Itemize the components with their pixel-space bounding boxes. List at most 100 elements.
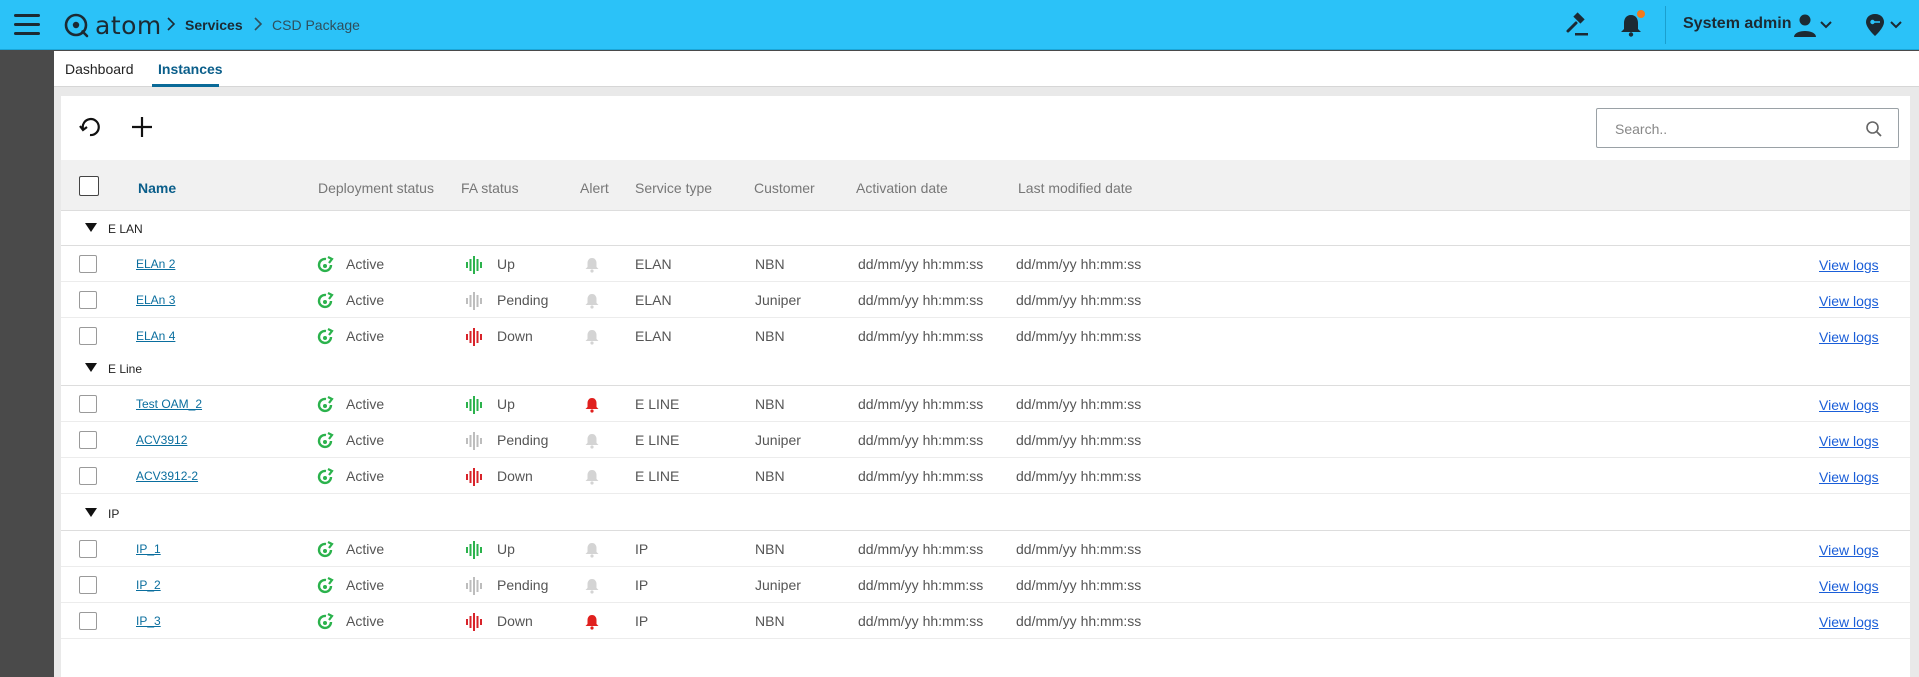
view-logs-link[interactable]: View logs	[1819, 469, 1879, 485]
instance-name-link[interactable]: IP_2	[136, 578, 161, 592]
row-checkbox[interactable]	[79, 431, 97, 449]
group-header[interactable]: E LAN	[61, 211, 1910, 246]
group-header[interactable]: E Line	[61, 351, 1910, 386]
table-row[interactable]: IP_1 Active Up IP NBN dd/mm/yy hh:mm:ss dd/mm/…	[61, 531, 1910, 567]
divider	[1665, 6, 1666, 44]
alert-bell-icon[interactable]	[584, 293, 600, 309]
instance-name-link[interactable]: IP_3	[136, 614, 161, 628]
view-logs-link[interactable]: View logs	[1819, 542, 1879, 558]
instance-name-link[interactable]: ELAn 4	[136, 329, 175, 343]
row-checkbox[interactable]	[79, 540, 97, 558]
active-status-icon	[317, 468, 334, 485]
view-logs-link[interactable]: View logs	[1819, 614, 1879, 630]
chevron-right-icon	[167, 17, 176, 31]
top-bar: atom Services CSD Package System admin	[0, 0, 1919, 50]
active-status-icon	[317, 396, 334, 413]
table-row[interactable]: ELAn 2 Active Up ELAN NBN dd/mm/yy hh:mm:ss dd…	[61, 246, 1910, 282]
tab-dashboard[interactable]: Dashboard	[65, 61, 134, 77]
menu-icon[interactable]	[14, 14, 40, 36]
hammer-icon[interactable]	[1565, 12, 1591, 38]
row-checkbox[interactable]	[79, 395, 97, 413]
row-checkbox[interactable]	[79, 467, 97, 485]
customer: Juniper	[755, 432, 801, 448]
collapse-triangle-icon[interactable]	[85, 223, 97, 232]
deployment-status: Active	[346, 292, 385, 308]
chevron-right-icon	[254, 17, 263, 31]
chevron-down-icon[interactable]	[1818, 12, 1834, 38]
table-row[interactable]: IP_2 Active Pending IP Juniper dd/mm/yy hh:mm…	[61, 567, 1910, 603]
last-modified-date: dd/mm/yy hh:mm:ss	[1016, 396, 1142, 412]
fa-status-icon	[466, 292, 482, 310]
instance-name-link[interactable]: ELAn 3	[136, 293, 175, 307]
table-row[interactable]: Test OAM_2 Active Up E LINE NBN dd/mm/yy hh:m…	[61, 386, 1910, 422]
refresh-icon[interactable]	[77, 114, 103, 140]
collapse-triangle-icon[interactable]	[85, 363, 97, 372]
row-checkbox[interactable]	[79, 291, 97, 309]
atom-logo[interactable]: atom	[63, 11, 162, 40]
row-checkbox[interactable]	[79, 255, 97, 273]
breadcrumb-services[interactable]: Services	[185, 17, 243, 33]
column-service-type[interactable]: Service type	[635, 180, 712, 196]
active-status-icon	[317, 328, 334, 345]
table-row[interactable]: ACV3912 Active Pending E LINE Juniper dd/mm/y…	[61, 422, 1910, 458]
fa-status-icon	[466, 541, 482, 559]
search-input[interactable]	[1615, 119, 1855, 139]
service-type: IP	[635, 577, 649, 593]
collapse-triangle-icon[interactable]	[85, 508, 97, 517]
column-last-modified-date[interactable]: Last modified date	[1018, 180, 1132, 196]
fa-status: Down	[497, 328, 533, 344]
instance-name-link[interactable]: Test OAM_2	[136, 397, 202, 411]
select-all-checkbox[interactable]	[79, 176, 99, 196]
chevron-down-icon[interactable]	[1888, 12, 1904, 38]
view-logs-link[interactable]: View logs	[1819, 293, 1879, 309]
user-name[interactable]: System admin	[1683, 15, 1791, 33]
view-logs-link[interactable]: View logs	[1819, 578, 1879, 594]
activation-date: dd/mm/yy hh:mm:ss	[858, 432, 984, 448]
column-fa-status[interactable]: FA status	[461, 180, 519, 196]
alert-bell-icon[interactable]	[584, 578, 600, 594]
instance-name-link[interactable]: ACV3912	[136, 433, 187, 447]
tab-instances[interactable]: Instances	[154, 61, 227, 77]
search-icon[interactable]	[1865, 120, 1883, 138]
last-modified-date: dd/mm/yy hh:mm:ss	[1016, 541, 1142, 557]
column-alert[interactable]: Alert	[580, 180, 609, 196]
alert-bell-icon[interactable]	[584, 469, 600, 485]
alert-bell-icon[interactable]	[584, 433, 600, 449]
table-row[interactable]: ACV3912-2 Active Down E LINE NBN dd/mm/yy hh:…	[61, 458, 1910, 494]
row-checkbox[interactable]	[79, 576, 97, 594]
table-row[interactable]: ELAn 3 Active Pending ELAN Juniper dd/mm/yy h…	[61, 282, 1910, 318]
group-header[interactable]: IP	[61, 496, 1910, 531]
alert-bell-icon[interactable]	[584, 397, 600, 413]
table-row[interactable]: ELAn 4 Active Down ELAN NBN dd/mm/yy hh:mm:ss…	[61, 318, 1910, 354]
alert-bell-icon[interactable]	[584, 542, 600, 558]
column-customer[interactable]: Customer	[754, 180, 815, 196]
row-checkbox[interactable]	[79, 327, 97, 345]
view-logs-link[interactable]: View logs	[1819, 397, 1879, 413]
alert-bell-icon[interactable]	[584, 614, 600, 630]
add-icon[interactable]	[129, 114, 155, 140]
column-deployment-status[interactable]: Deployment status	[318, 180, 434, 196]
fa-status: Up	[497, 256, 515, 272]
row-checkbox[interactable]	[79, 612, 97, 630]
fa-status-icon	[466, 577, 482, 595]
deployment-status: Active	[346, 328, 385, 344]
column-name[interactable]: Name	[138, 180, 176, 196]
view-logs-link[interactable]: View logs	[1819, 433, 1879, 449]
service-type: IP	[635, 541, 649, 557]
instance-name-link[interactable]: ACV3912-2	[136, 469, 198, 483]
alert-bell-icon[interactable]	[584, 329, 600, 345]
table-row[interactable]: IP_3 Active Down IP NBN dd/mm/yy hh:mm:ss dd/m…	[61, 603, 1910, 639]
view-logs-link[interactable]: View logs	[1819, 257, 1879, 273]
instance-name-link[interactable]: ELAn 2	[136, 257, 175, 271]
key-location-icon[interactable]	[1862, 12, 1888, 38]
user-icon[interactable]	[1792, 12, 1818, 38]
fa-status: Down	[497, 468, 533, 484]
last-modified-date: dd/mm/yy hh:mm:ss	[1016, 613, 1142, 629]
customer: NBN	[755, 256, 785, 272]
activation-date: dd/mm/yy hh:mm:ss	[858, 613, 984, 629]
instance-name-link[interactable]: IP_1	[136, 542, 161, 556]
customer: Juniper	[755, 577, 801, 593]
column-activation-date[interactable]: Activation date	[856, 180, 948, 196]
view-logs-link[interactable]: View logs	[1819, 329, 1879, 345]
alert-bell-icon[interactable]	[584, 257, 600, 273]
